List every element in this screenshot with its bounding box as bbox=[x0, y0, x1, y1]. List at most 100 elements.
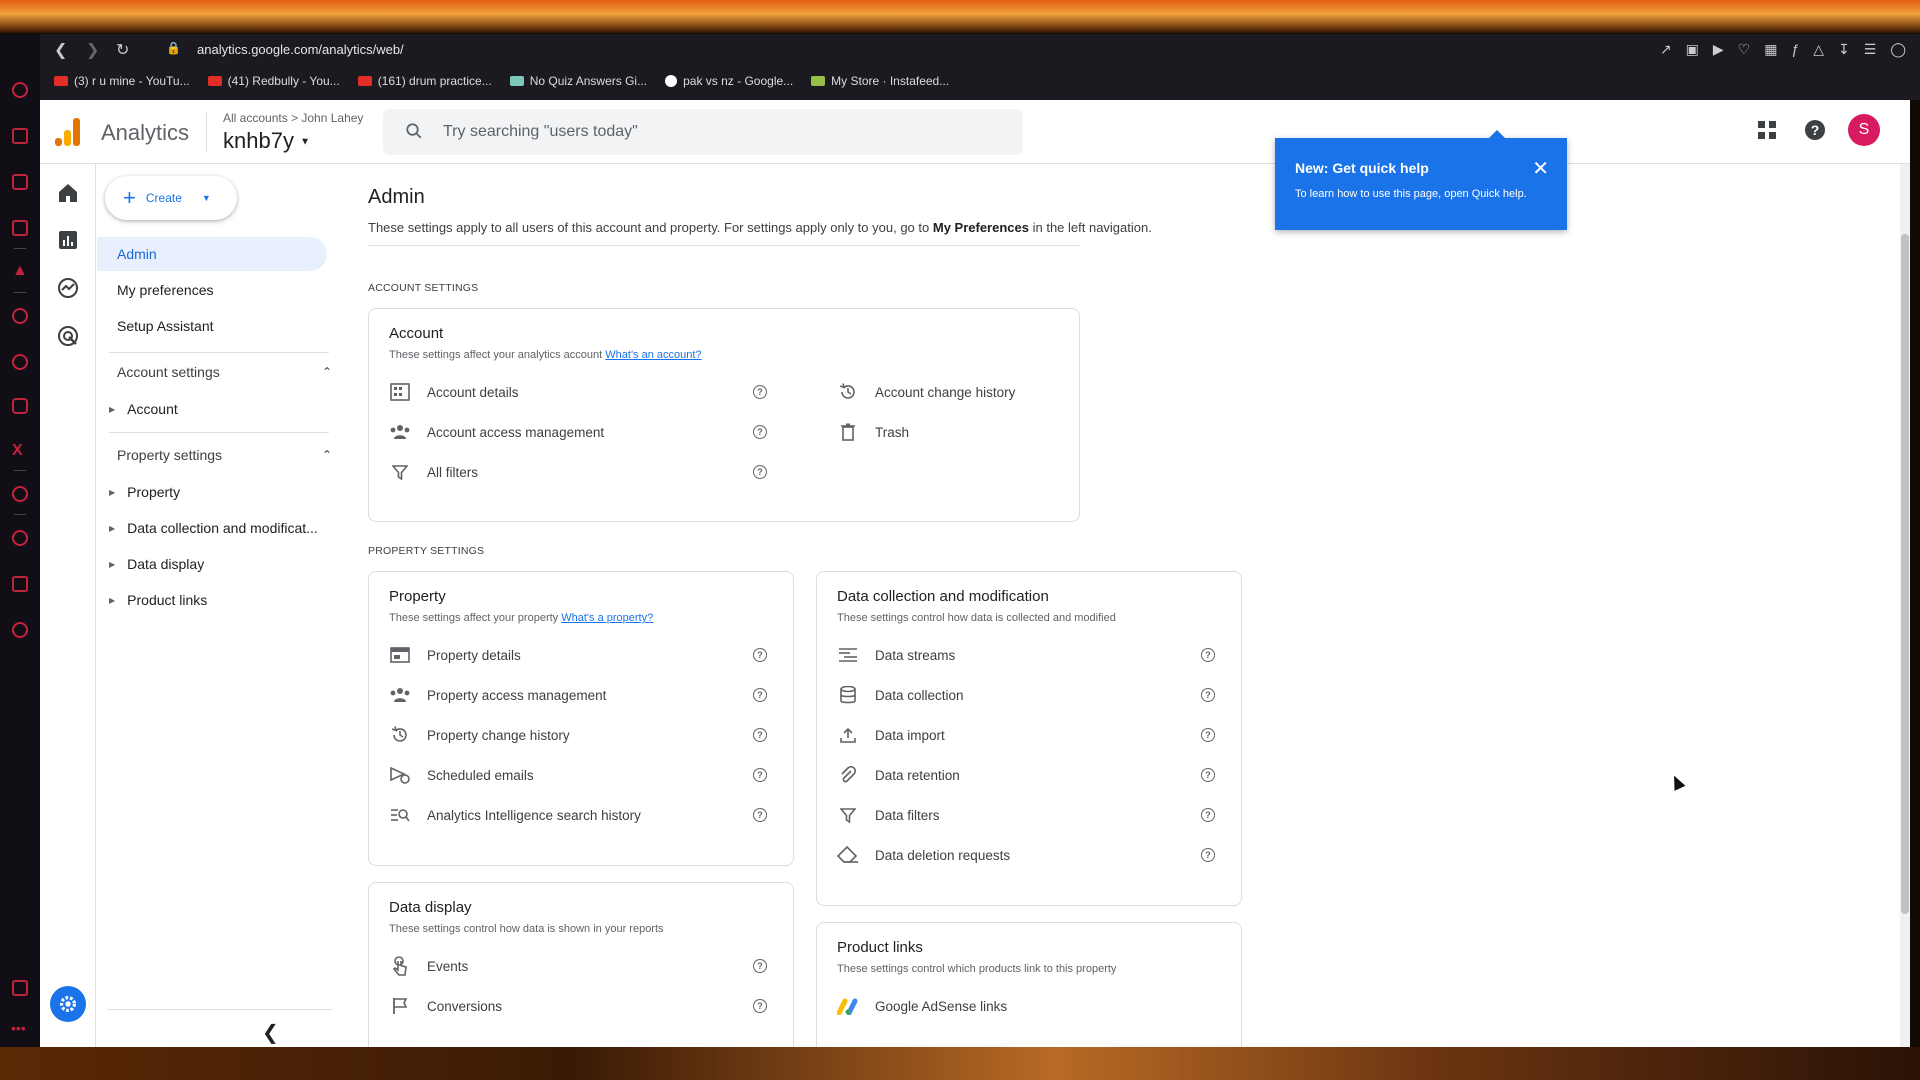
nav-item-my-preferences[interactable]: My preferences bbox=[97, 273, 327, 307]
share-icon[interactable]: ↗ bbox=[1660, 41, 1672, 58]
analytics-intelligence-history-row[interactable]: Analytics Intelligence search history bbox=[389, 802, 641, 828]
collapse-nav-icon[interactable]: ❮ bbox=[262, 1020, 279, 1045]
close-icon[interactable]: ✕ bbox=[1532, 156, 1549, 181]
scrollbar[interactable] bbox=[1900, 164, 1910, 1047]
advertising-icon[interactable] bbox=[56, 324, 80, 348]
apps-grid-icon[interactable] bbox=[1752, 115, 1782, 145]
explore-icon[interactable] bbox=[56, 276, 80, 300]
whatsapp-icon[interactable] bbox=[12, 354, 28, 370]
nav-sub-property[interactable]: ▶ Property bbox=[109, 484, 180, 500]
help-circle-icon[interactable]: ? bbox=[1201, 728, 1215, 742]
help-icon[interactable]: ? bbox=[1800, 115, 1830, 145]
help-circle-icon[interactable]: ? bbox=[753, 648, 767, 662]
twitch-icon[interactable] bbox=[12, 174, 28, 190]
google-adsense-links-row[interactable]: Google AdSense links bbox=[837, 993, 1007, 1019]
help-circle-icon[interactable]: ? bbox=[753, 959, 767, 973]
extension-icon[interactable]: ▦ bbox=[1764, 41, 1777, 58]
conversions-row[interactable]: Conversions bbox=[389, 993, 502, 1019]
heart-icon[interactable]: ♡ bbox=[1738, 41, 1751, 58]
property-selector[interactable]: knhb7y ▼ bbox=[223, 128, 310, 154]
account-change-history-row[interactable]: Account change history bbox=[837, 379, 1015, 405]
box-icon[interactable]: △ bbox=[1813, 41, 1824, 58]
events-row[interactable]: Events bbox=[389, 953, 468, 979]
instagram-icon-2[interactable] bbox=[12, 398, 28, 414]
scheduled-emails-row[interactable]: Scheduled emails bbox=[389, 762, 534, 788]
history-icon[interactable] bbox=[12, 530, 28, 546]
help-circle-icon[interactable]: ? bbox=[753, 728, 767, 742]
back-icon[interactable]: ❮ bbox=[54, 40, 67, 60]
help-circle-icon[interactable]: ? bbox=[753, 999, 767, 1013]
scrollbar-thumb[interactable] bbox=[1901, 234, 1909, 914]
trash-row[interactable]: Trash bbox=[837, 419, 909, 445]
profile-icon[interactable]: ◯ bbox=[1890, 41, 1906, 58]
avatar[interactable]: S bbox=[1848, 114, 1880, 146]
cube-icon[interactable] bbox=[12, 576, 28, 592]
nav-sub-product-links[interactable]: ▶ Product links bbox=[109, 592, 207, 608]
data-collection-row[interactable]: Data collection bbox=[837, 682, 964, 708]
download-icon[interactable]: ↧ bbox=[1838, 41, 1850, 58]
whats-a-property-link[interactable]: What's a property? bbox=[561, 612, 653, 624]
help-circle-icon[interactable]: ? bbox=[753, 688, 767, 702]
x-icon[interactable]: X bbox=[12, 442, 28, 459]
account-details-row[interactable]: Account details bbox=[389, 379, 519, 405]
bookmark-5[interactable]: pak vs nz - Google... bbox=[665, 74, 793, 88]
bookmark-4[interactable]: No Quiz Answers Gi... bbox=[509, 74, 647, 88]
nav-sub-account[interactable]: ▶ Account bbox=[109, 401, 178, 417]
data-import-row[interactable]: Data import bbox=[837, 722, 945, 748]
bookmark-6[interactable]: My Store · Instafeed... bbox=[811, 74, 949, 88]
property-change-history-row[interactable]: Property change history bbox=[389, 722, 570, 748]
camera-icon[interactable]: ▣ bbox=[1686, 41, 1699, 58]
menu-icon[interactable]: ☰ bbox=[1864, 41, 1877, 58]
help-circle-icon[interactable]: ? bbox=[1201, 768, 1215, 782]
bag-icon[interactable] bbox=[12, 128, 28, 144]
property-access-management-row[interactable]: Property access management bbox=[389, 682, 606, 708]
settings-icon[interactable] bbox=[12, 622, 28, 638]
nav-item-setup-assistant[interactable]: Setup Assistant bbox=[97, 309, 327, 343]
help-circle-icon[interactable]: ? bbox=[753, 425, 767, 439]
whats-an-account-link[interactable]: What's an account? bbox=[605, 349, 701, 361]
forward-icon[interactable]: ❯ bbox=[86, 40, 99, 60]
search-box[interactable] bbox=[383, 109, 1023, 155]
data-streams-row[interactable]: Data streams bbox=[837, 642, 955, 668]
data-deletion-requests-row[interactable]: Data deletion requests bbox=[837, 842, 1010, 868]
admin-gear-button[interactable] bbox=[50, 986, 86, 1022]
breadcrumb[interactable]: All accounts > John Lahey bbox=[223, 111, 363, 125]
help-circle-icon[interactable]: ? bbox=[753, 385, 767, 399]
help-circle-icon[interactable]: ? bbox=[1201, 808, 1215, 822]
data-retention-row[interactable]: Data retention bbox=[837, 762, 960, 788]
script-icon[interactable]: ƒ bbox=[1791, 41, 1799, 58]
help-circle-icon[interactable]: ? bbox=[1201, 848, 1215, 862]
aria-icon[interactable]: ▲ bbox=[12, 262, 28, 279]
account-access-management-row[interactable]: Account access management bbox=[389, 419, 604, 445]
data-filters-row[interactable]: Data filters bbox=[837, 802, 940, 828]
messenger-icon[interactable] bbox=[12, 308, 28, 324]
send-icon[interactable]: ▶ bbox=[1713, 41, 1724, 58]
bookmark-3[interactable]: (161) drum practice... bbox=[357, 74, 492, 88]
all-filters-row[interactable]: All filters bbox=[389, 459, 478, 485]
instagram-icon[interactable] bbox=[12, 220, 28, 236]
create-button[interactable]: + Create ▼ bbox=[105, 176, 237, 220]
bookmark-2[interactable]: (41) Redbully - You... bbox=[207, 74, 340, 88]
speed-dial-icon[interactable] bbox=[12, 82, 28, 98]
help-circle-icon[interactable]: ? bbox=[753, 808, 767, 822]
property-details-row[interactable]: Property details bbox=[389, 642, 521, 668]
more-icon[interactable]: ••• bbox=[11, 1020, 26, 1036]
bookmark-1[interactable]: (3) r u mine - YouTu... bbox=[54, 74, 190, 88]
nav-item-admin[interactable]: Admin bbox=[97, 237, 327, 271]
account-settings-group[interactable]: Account settings ⌃ bbox=[117, 364, 332, 380]
help-circle-icon[interactable]: ? bbox=[753, 465, 767, 479]
search-input[interactable] bbox=[443, 109, 1003, 155]
gallery-icon[interactable] bbox=[12, 980, 28, 996]
help-circle-icon[interactable]: ? bbox=[1201, 688, 1215, 702]
address-bar[interactable]: analytics.google.com/analytics/web/ bbox=[197, 42, 404, 57]
help-circle-icon[interactable]: ? bbox=[1201, 648, 1215, 662]
nav-sub-data-display[interactable]: ▶ Data display bbox=[109, 556, 204, 572]
reports-icon[interactable] bbox=[56, 228, 80, 252]
home-icon[interactable] bbox=[56, 181, 80, 205]
nav-sub-data-collection[interactable]: ▶ Data collection and modificat... bbox=[109, 520, 318, 536]
analytics-logo-icon[interactable] bbox=[55, 118, 81, 146]
help-circle-icon[interactable]: ? bbox=[753, 768, 767, 782]
player-icon[interactable] bbox=[12, 486, 28, 502]
reload-icon[interactable]: ↻ bbox=[116, 40, 129, 60]
property-settings-group[interactable]: Property settings ⌃ bbox=[117, 447, 332, 463]
